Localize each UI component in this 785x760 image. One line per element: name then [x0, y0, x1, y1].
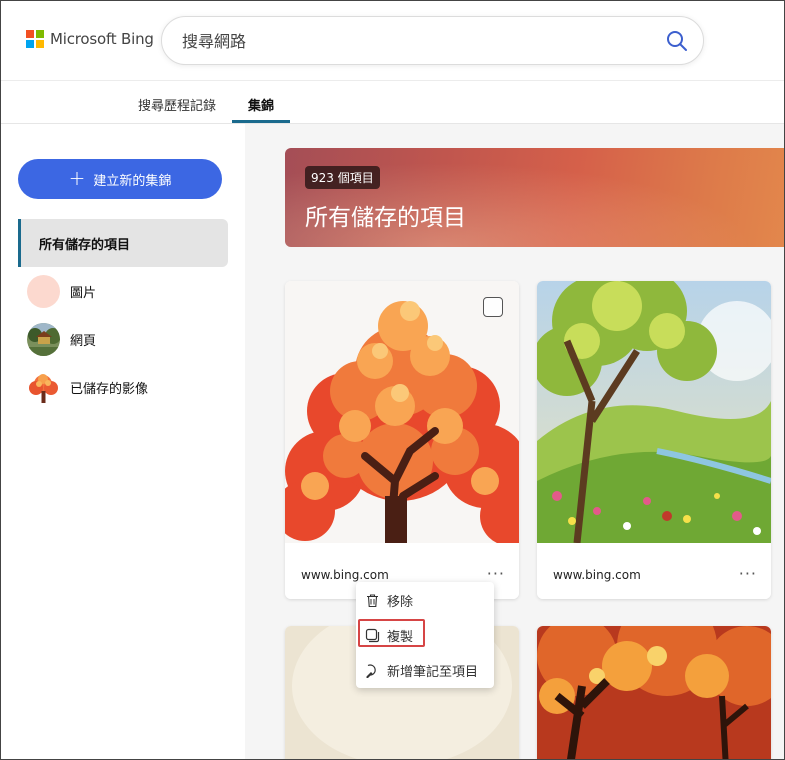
saved-item-card[interactable]: www.bing.com ···: [537, 281, 771, 599]
main-content: 923 個項目 所有儲存的項目 www.bing.com ··· www.bin…: [245, 124, 784, 759]
menu-item-label: 複製: [387, 629, 414, 645]
search-box: [161, 16, 704, 65]
landscape-image: [537, 281, 771, 543]
bing-logo[interactable]: Microsoft Bing: [26, 30, 154, 48]
collection-banner: 923 個項目 所有儲存的項目: [285, 148, 784, 247]
select-checkbox[interactable]: [483, 297, 503, 317]
autumn-forest-image: [537, 626, 771, 759]
saved-item-card[interactable]: [537, 626, 771, 759]
menu-item-label: 新增筆記至項目: [387, 664, 479, 680]
sidebar-item-all-saved[interactable]: 所有儲存的項目: [18, 219, 228, 267]
sidebar-item-label: 已儲存的影像: [70, 381, 149, 397]
menu-item-remove[interactable]: 移除: [356, 584, 494, 616]
copy-icon: [365, 628, 380, 642]
tab-collections[interactable]: 集錦: [248, 95, 274, 114]
sidebar-item-saved-images[interactable]: 已儲存的影像: [27, 370, 148, 404]
sidebar-item-label: 網頁: [70, 333, 97, 349]
menu-item-add-note[interactable]: 新增筆記至項目: [356, 654, 494, 686]
item-count-badge: 923 個項目: [305, 166, 380, 189]
pink-circle-icon: [27, 274, 60, 308]
more-options-icon[interactable]: ···: [487, 564, 505, 583]
card-footer: www.bing.com ···: [537, 543, 771, 599]
logo-text: Microsoft Bing: [50, 30, 154, 48]
collection-title: 所有儲存的項目: [305, 205, 466, 231]
create-collection-label: 建立新的集錦: [93, 173, 172, 189]
saved-item-card[interactable]: www.bing.com ···: [285, 281, 519, 599]
note-icon: [366, 663, 376, 678]
search-icon[interactable]: [665, 29, 689, 53]
autumn-tree-thumbnail-icon: [27, 370, 60, 404]
sidebar-item-images[interactable]: 圖片: [27, 274, 96, 308]
create-collection-button[interactable]: + 建立新的集錦: [18, 159, 222, 199]
sidebar: + 建立新的集錦 所有儲存的項目 圖片 網頁 已儲存的影像: [1, 124, 245, 759]
microsoft-logo-icon: [26, 30, 44, 48]
context-menu: 移除 複製 新增筆記至項目: [356, 582, 494, 688]
search-input[interactable]: [182, 29, 642, 53]
webpage-thumbnail-icon: [27, 322, 60, 356]
sidebar-item-label: 圖片: [70, 285, 97, 301]
header: Microsoft Bing: [1, 1, 784, 81]
plus-icon: +: [68, 166, 86, 190]
more-options-icon[interactable]: ···: [739, 564, 757, 583]
active-tab-indicator: [232, 120, 290, 123]
tab-search-history[interactable]: 搜尋歷程記錄: [138, 95, 216, 114]
autumn-tree-image: [285, 281, 519, 543]
trash-icon: [367, 593, 378, 607]
tab-bar: 搜尋歷程記錄 集錦: [1, 81, 784, 124]
card-source-link[interactable]: www.bing.com: [553, 568, 641, 582]
card-source-link[interactable]: www.bing.com: [301, 568, 389, 582]
menu-item-label: 移除: [387, 594, 414, 610]
sidebar-item-webpages[interactable]: 網頁: [27, 322, 96, 356]
menu-item-copy[interactable]: 複製: [356, 619, 494, 651]
app-window: Microsoft Bing 搜尋歷程記錄 集錦 + 建立新的集錦 所有儲存的項…: [0, 0, 785, 760]
